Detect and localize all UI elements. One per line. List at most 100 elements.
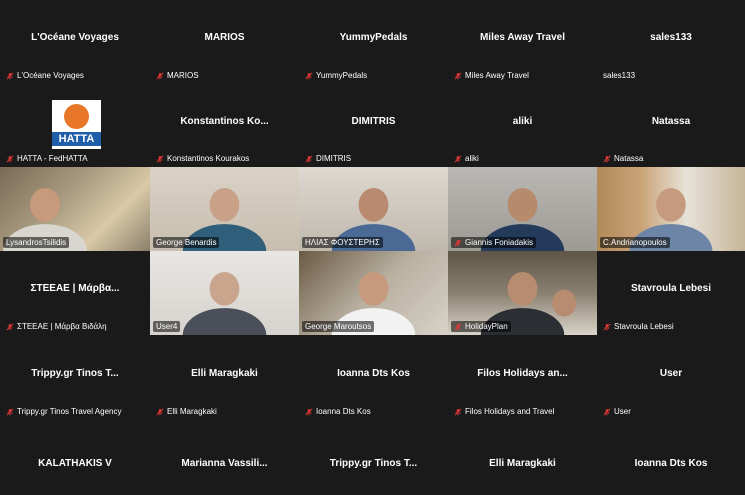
person-head [30, 188, 60, 222]
participant-tile[interactable]: User4 [150, 251, 299, 335]
microphone-muted-icon [6, 154, 14, 163]
participant-name-label: Konstantinos Kourakos [153, 153, 252, 164]
participant-name-text: Trippy.gr Tinos Travel Agency [17, 407, 122, 416]
microphone-muted-icon [305, 71, 313, 80]
participant-name-text: LysandrosTsilidis [6, 238, 67, 247]
participant-name-text: User4 [156, 322, 178, 331]
hatta-logo: HATTA [52, 100, 101, 149]
participant-tile[interactable]: User User [597, 335, 745, 420]
participant-name-text: Elli Maragkaki [167, 407, 217, 416]
participant-tile[interactable]: Elli Maragkaki [448, 420, 597, 495]
person-head [507, 272, 538, 306]
participant-tile[interactable]: aliki aliki [448, 84, 597, 167]
participant-name-label: George Maroutsos [302, 321, 375, 332]
person-head [358, 272, 389, 306]
microphone-muted-icon [454, 71, 462, 80]
person-head [656, 188, 686, 222]
participant-display-name: sales133 [650, 32, 692, 43]
person-head [209, 188, 240, 222]
participant-tile[interactable]: Konstantinos Ko... Konstantinos Kourakos [150, 84, 299, 167]
participant-name-label: MARIOS [153, 70, 202, 81]
participant-name-label: ΗΛΙΑΣ ΦΟΥΣΤΕΡΗΣ [302, 237, 383, 248]
person-head [507, 188, 538, 222]
participant-display-name: KALATHAKIS V [38, 458, 112, 469]
participant-tile[interactable]: Ioanna Dts Kos Ioanna Dts Kos [299, 335, 448, 420]
participant-tile[interactable]: Stavroula Lebesi Stavroula Lebesi [597, 251, 745, 335]
participant-tile[interactable]: George Maroutsos [299, 251, 448, 335]
participant-display-name: Miles Away Travel [479, 32, 566, 43]
participant-tile[interactable]: Marianna Vassili... [150, 420, 299, 495]
participant-name-label: Elli Maragkaki [153, 406, 220, 417]
participant-name-label: HolidayPlan [451, 321, 511, 332]
participant-display-name: Ioanna Dts Kos [337, 367, 410, 379]
participant-name-text: Natassa [614, 154, 644, 163]
person-head [552, 289, 577, 317]
participant-tile[interactable]: George Benardis [150, 167, 299, 251]
participant-tile[interactable]: YummyPedals YummyPedals [299, 0, 448, 84]
participant-name-text: L'Océane Voyages [17, 71, 84, 80]
microphone-muted-icon [454, 238, 462, 247]
participant-tile[interactable]: MARIOS MARIOS [150, 0, 299, 84]
participant-name-label: C.Andrianopoulos [600, 237, 670, 248]
participant-display-name: Marianna Vassili... [181, 458, 268, 469]
participant-display-name: MARIOS [204, 32, 245, 43]
participant-name-text: ΣΤΕΕΑΕ | Μάρβα Βιδάλη [17, 322, 107, 331]
participant-tile[interactable]: DIMITRIS DIMITRIS [299, 84, 448, 167]
participant-tile[interactable]: C.Andrianopoulos [597, 167, 745, 251]
participant-name-text: George Benardis [156, 238, 217, 247]
participant-name-label: YummyPedals [302, 70, 370, 81]
microphone-muted-icon [603, 154, 611, 163]
participant-tile[interactable]: HolidayPlan [448, 251, 597, 335]
participant-name-label: User [600, 406, 634, 417]
participant-name-text: User [614, 407, 631, 416]
participant-name-text: HolidayPlan [465, 322, 508, 331]
participant-tile[interactable]: ΣΤΕΕΑΕ | Μάρβα... ΣΤΕΕΑΕ | Μάρβα Βιδάλη [0, 251, 150, 335]
participant-tile[interactable]: Natassa Natassa [597, 84, 745, 167]
participant-name-label: Miles Away Travel [451, 70, 532, 81]
participant-tile[interactable]: Elli Maragkaki Elli Maragkaki [150, 335, 299, 420]
participant-tile[interactable]: Filos Holidays an... Filos Holidays and T… [448, 335, 597, 420]
microphone-muted-icon [305, 154, 313, 163]
microphone-muted-icon [305, 407, 313, 416]
participant-name-text: MARIOS [167, 71, 199, 80]
participant-name-text: HATTA - FedHATTA [17, 154, 88, 163]
microphone-muted-icon [156, 407, 164, 416]
participant-name-text: Ioanna Dts Kos [316, 407, 371, 416]
participant-tile[interactable]: KALATHAKIS V [0, 420, 150, 495]
participant-display-name: Filos Holidays an... [477, 367, 568, 379]
participant-name-text: Filos Holidays and Travel [465, 407, 555, 416]
participant-name-label: George Benardis [153, 237, 220, 248]
participant-tile[interactable]: L'Océane Voyages L'Océane Voyages [0, 0, 150, 84]
participant-display-name: Elli Maragkaki [489, 458, 556, 469]
participant-name-label: Natassa [600, 153, 646, 164]
microphone-muted-icon [454, 154, 462, 163]
participant-name-label: Stavroula Lebesi [600, 321, 677, 332]
participant-display-name: DIMITRIS [351, 115, 396, 127]
participant-tile[interactable]: Giannis Foniadakis [448, 167, 597, 251]
participant-name-label: LysandrosTsilidis [3, 237, 70, 248]
microphone-muted-icon [603, 322, 611, 331]
participant-name-label: ΣΤΕΕΑΕ | Μάρβα Βιδάλη [3, 321, 110, 332]
participant-tile[interactable]: Ioanna Dts Kos [597, 420, 745, 495]
participant-tile[interactable]: sales133 sales133 [597, 0, 745, 84]
participant-display-name: Konstantinos Ko... [180, 115, 269, 127]
participant-tile[interactable]: HATTA HATTA - FedHATTA [0, 84, 150, 167]
participant-tile[interactable]: Miles Away Travel Miles Away Travel [448, 0, 597, 84]
participant-name-label: sales133 [600, 70, 638, 81]
participant-name-label: Filos Holidays and Travel [451, 406, 557, 417]
participant-display-name: Elli Maragkaki [191, 367, 258, 379]
participant-tile[interactable]: Trippy.gr Tinos T... Trippy.gr Tinos Trav… [0, 335, 150, 420]
logo-text: HATTA [52, 132, 101, 146]
participant-name-text: aliki [465, 154, 479, 163]
participant-tile[interactable]: LysandrosTsilidis [0, 167, 150, 251]
participant-name-label: L'Océane Voyages [3, 70, 87, 81]
microphone-muted-icon [156, 71, 164, 80]
participant-name-text: Giannis Foniadakis [465, 238, 534, 247]
participant-name-label: Trippy.gr Tinos Travel Agency [3, 406, 125, 417]
participant-display-name: aliki [512, 115, 533, 127]
participant-display-name: Trippy.gr Tinos T... [31, 367, 119, 379]
participant-tile[interactable]: ΗΛΙΑΣ ΦΟΥΣΤΕΡΗΣ [299, 167, 448, 251]
participant-display-name: L'Océane Voyages [31, 32, 119, 43]
participant-tile[interactable]: Trippy.gr Tinos T... [299, 420, 448, 495]
participant-display-name: Stavroula Lebesi [630, 283, 712, 294]
